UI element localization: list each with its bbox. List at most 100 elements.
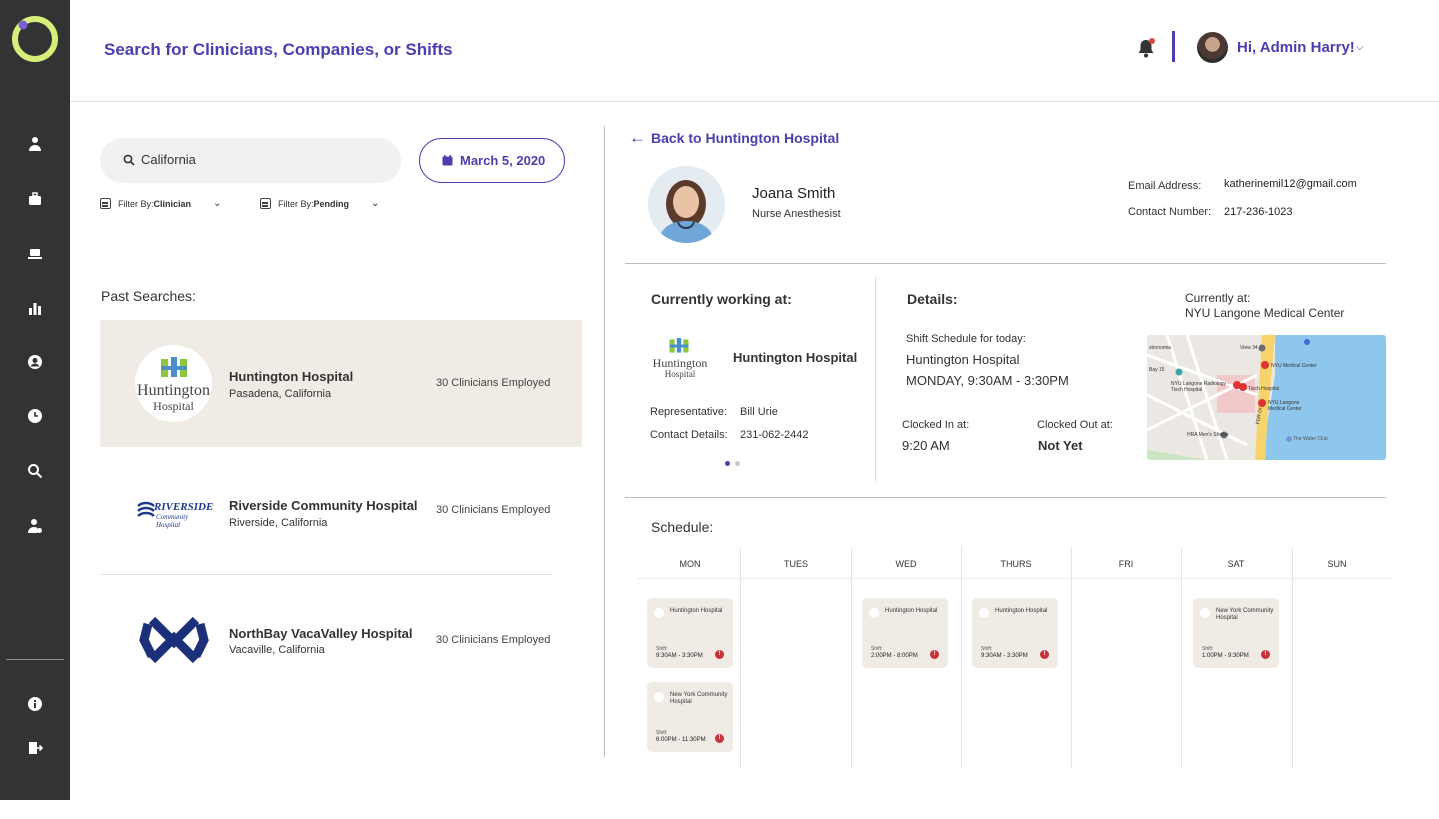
result-count: 30 Clinicians Employed (436, 634, 551, 646)
huntington-small-logo: Huntington Hospital (650, 338, 710, 380)
detail-divider (875, 277, 876, 481)
email-label: Email Address: (1128, 180, 1202, 192)
clock-out-value: Not Yet (1038, 438, 1083, 453)
schedule-title: Schedule: (651, 519, 714, 535)
chevron-down-icon[interactable]: ⌵ (1356, 42, 1364, 53)
shift-time: 9:30AM - 3:30PM (656, 653, 703, 659)
carousel-dot-active[interactable] (725, 461, 730, 466)
search-input[interactable]: California (100, 138, 401, 183)
search-nav-icon[interactable] (25, 461, 45, 481)
alert-icon[interactable]: ! (1261, 650, 1270, 659)
clinician-nav-icon[interactable] (25, 134, 45, 154)
map-label: NYU Langone Medical Center (1268, 400, 1302, 412)
column-divider (961, 547, 962, 768)
chevron-down-icon: ⌄ (213, 198, 222, 209)
filter-clinician-dropdown[interactable]: Filter By: Clinician ⌄ (100, 198, 221, 209)
result-count: 30 Clinicians Employed (436, 377, 551, 389)
shift-card[interactable]: Huntington Hospital Shift: 2:00PM - 8:00… (862, 598, 948, 668)
panel-divider (604, 126, 605, 757)
working-hospital: Huntington Hospital (733, 350, 858, 365)
past-searches-label: Past Searches: (101, 288, 196, 304)
shift-card[interactable]: New York Community Hospital Shift: 6:00P… (647, 682, 733, 752)
schedule-today-time: MONDAY, 9:30AM - 3:30PM (906, 373, 1069, 388)
search-icon (123, 154, 135, 166)
date-label: March 5, 2020 (460, 153, 546, 168)
profile-nav-icon[interactable] (25, 352, 45, 372)
filter-status-dropdown[interactable]: Filter By: Pending ⌄ (260, 198, 379, 209)
section-divider (625, 497, 1386, 498)
header-divider (70, 101, 1439, 102)
notification-dot (1149, 38, 1155, 44)
clock-nav-icon[interactable] (25, 406, 45, 426)
alert-icon[interactable]: ! (930, 650, 939, 659)
search-input-value: California (141, 152, 196, 167)
hospital-logo-icon (979, 608, 989, 618)
arrow-left-icon[interactable]: ← (629, 128, 646, 148)
alert-icon[interactable]: ! (715, 650, 724, 659)
result-item-huntington[interactable]: Huntington Hospital Huntington Hospital … (100, 320, 582, 447)
laptop-nav-icon[interactable] (25, 244, 45, 264)
huntington-logo-mark (669, 338, 689, 353)
column-divider (1181, 547, 1182, 768)
shift-card[interactable]: Huntington Hospital Shift: 9:30AM - 3:30… (972, 598, 1058, 668)
shift-hospital: Huntington Hospital (995, 608, 1048, 614)
shift-hospital: Huntington Hospital (670, 608, 723, 614)
shift-hospital: Huntington Hospital (885, 608, 938, 614)
carousel-dot[interactable] (735, 461, 740, 466)
result-name: Riverside Community Hospital (229, 498, 418, 513)
map-label: View 34 (1240, 345, 1258, 351)
column-divider (740, 547, 741, 768)
result-count: 30 Clinicians Employed (436, 504, 551, 516)
day-header-thurs: THURS (1000, 559, 1032, 569)
schedule-today-label: Shift Schedule for today: (906, 333, 1026, 345)
details-title: Details: (907, 291, 958, 307)
result-item-riverside[interactable]: RIVERSIDE Community Hospital Riverside C… (100, 447, 582, 574)
current-location-label: Currently at: (1185, 291, 1251, 305)
list-divider (100, 574, 553, 575)
contact-label: Contact Details: (650, 429, 728, 441)
profile-photo (648, 166, 725, 243)
working-title: Currently working at: (651, 291, 792, 307)
shift-card[interactable]: Huntington Hospital Shift: 9:30AM - 3:30… (647, 598, 733, 668)
contact-value: 231-062-2442 (740, 429, 809, 441)
chart-nav-icon[interactable] (25, 298, 45, 318)
map-label: NYU Langone Radiology - Tisch Hospital (1171, 381, 1230, 393)
user-settings-nav-icon[interactable] (25, 516, 45, 536)
day-header-fri: FRI (1118, 559, 1134, 569)
clock-out-label: Clocked Out at: (1037, 419, 1113, 431)
filter-icon (260, 198, 271, 209)
alert-icon[interactable]: ! (1040, 650, 1049, 659)
northbay-logo (139, 616, 209, 664)
shift-time: 9:30AM - 3:30PM (981, 653, 1028, 659)
clock-in-value: 9:20 AM (902, 438, 950, 453)
back-link[interactable]: Back to Huntington Hospital (651, 130, 839, 146)
info-icon[interactable] (25, 694, 45, 714)
map-label: NYU Medical Center (1271, 363, 1317, 369)
email-value[interactable]: katherinemil12@gmail.com (1224, 178, 1357, 190)
shift-label: Shift: (1202, 646, 1214, 652)
map-label: The Water Club (1293, 436, 1328, 442)
calendar-icon (442, 155, 453, 166)
map-label: Bay 15 (1149, 367, 1165, 373)
logout-icon[interactable] (25, 738, 45, 758)
chevron-down-icon: ⌄ (371, 198, 380, 209)
shift-label: Shift: (656, 646, 668, 652)
clinician-name: Joana Smith (752, 185, 836, 202)
filter-value: Pending (313, 198, 350, 209)
map-label: Tisch Hospital (1248, 386, 1280, 392)
schedule-today-hospital: Huntington Hospital (906, 352, 1020, 367)
alert-icon[interactable]: ! (715, 734, 724, 743)
briefcase-nav-icon[interactable] (25, 189, 45, 209)
filter-icon (100, 198, 111, 209)
date-picker-button[interactable]: March 5, 2020 (419, 138, 565, 183)
result-item-northbay[interactable]: NorthBay VacaValley Hospital Vacaville, … (100, 577, 582, 704)
huntington-logo: Huntington Hospital (135, 345, 212, 422)
shift-time: 2:00PM - 8:00PM (871, 653, 918, 659)
location-map[interactable]: NYU Medical Center Tisch Hospital NYU La… (1147, 335, 1386, 460)
app-logo[interactable] (12, 16, 58, 62)
shift-time: 1:00PM - 9:30PM (1202, 653, 1249, 659)
current-location-value: NYU Langone Medical Center (1185, 306, 1345, 320)
user-greeting[interactable]: Hi, Admin Harry! (1237, 39, 1355, 56)
avatar[interactable] (1197, 32, 1228, 63)
shift-card[interactable]: New York Community Hospital Shift: 1:00P… (1193, 598, 1279, 668)
